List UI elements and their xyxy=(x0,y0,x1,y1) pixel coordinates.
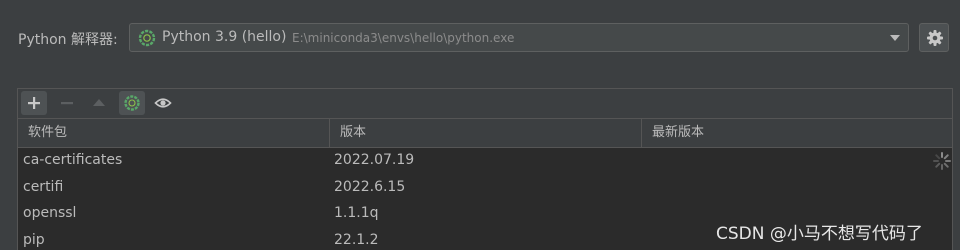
eye-icon xyxy=(154,98,172,108)
interpreter-row: Python 解释器: Python 3.9 (hello) E:\minico… xyxy=(0,20,960,56)
use-conda-button[interactable] xyxy=(119,91,145,115)
uninstall-package-button[interactable] xyxy=(54,91,80,115)
packages-toolbar xyxy=(18,89,952,119)
interpreter-dropdown[interactable]: Python 3.9 (hello) E:\miniconda3\envs\he… xyxy=(129,23,909,52)
package-version: 1.1.1q xyxy=(334,205,379,221)
show-early-releases-button[interactable] xyxy=(150,91,176,115)
package-version: 2022.6.15 xyxy=(334,178,406,195)
python-interpreter-settings: Python 解释器: Python 3.9 (hello) E:\minico… xyxy=(0,0,960,250)
plus-icon xyxy=(28,97,40,109)
package-version: 22.1.2 xyxy=(334,231,379,248)
loading-spinner-icon xyxy=(932,151,952,171)
interpreter-settings-button[interactable] xyxy=(919,23,949,52)
package-name: certifi xyxy=(23,178,64,195)
gear-icon xyxy=(927,30,943,46)
package-version: 2022.07.19 xyxy=(334,152,415,168)
install-package-button[interactable] xyxy=(21,91,47,115)
interpreter-path: E:\miniconda3\envs\hello\python.exe xyxy=(292,31,515,45)
column-header-latest-version[interactable]: 最新版本 xyxy=(642,119,954,147)
package-name: ca-certificates xyxy=(23,152,123,168)
packages-table-header: 软件包 版本 最新版本 xyxy=(18,119,952,148)
table-row[interactable]: certifi 2022.6.15 xyxy=(18,175,952,202)
table-row[interactable]: ca-certificates 2022.07.19 xyxy=(18,148,952,175)
package-name: pip xyxy=(23,231,45,248)
interpreter-name: Python 3.9 (hello) xyxy=(162,29,287,45)
interpreter-label: Python 解释器: xyxy=(18,32,118,48)
conda-spinner-icon xyxy=(138,29,156,47)
conda-icon xyxy=(124,95,140,111)
package-name: openssl xyxy=(23,205,77,221)
upgrade-package-button[interactable] xyxy=(86,91,112,115)
chevron-down-icon[interactable] xyxy=(890,35,900,41)
minus-icon xyxy=(61,102,73,105)
column-header-package[interactable]: 软件包 xyxy=(18,119,330,147)
watermark: CSDN @小马不想写代码了 xyxy=(716,224,923,244)
column-header-version[interactable]: 版本 xyxy=(330,119,642,147)
arrow-up-icon xyxy=(93,99,105,106)
